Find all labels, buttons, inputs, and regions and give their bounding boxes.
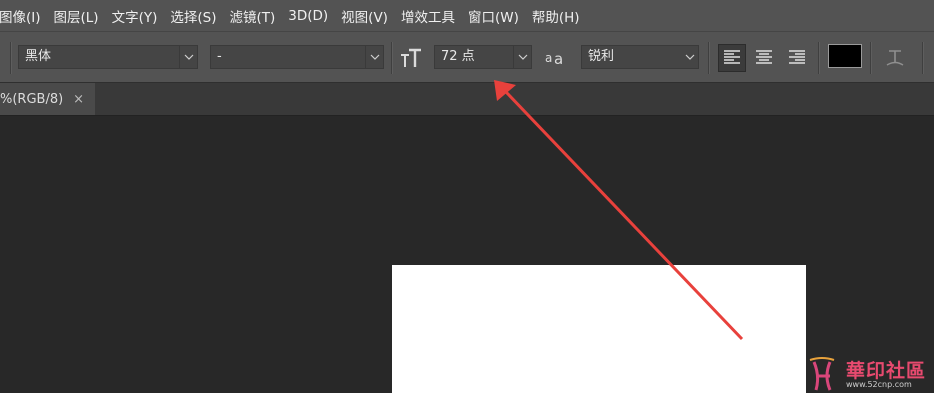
menu-bar: 图像(I) 图层(L) 文字(Y) 选择(S) 滤镜(T) 3D(D) 视图(V… (0, 0, 934, 31)
font-size-value: 72 点 (441, 49, 475, 64)
antialias-icon: a a (543, 46, 569, 70)
text-color-swatch[interactable] (828, 44, 862, 68)
document-canvas[interactable] (392, 265, 806, 393)
separator (922, 42, 924, 74)
watermark-url: www.52cnp.com (846, 380, 912, 389)
chevron-down-icon (365, 46, 383, 68)
separator (10, 42, 12, 74)
chevron-down-icon (513, 46, 531, 68)
warp-text-icon[interactable] (882, 46, 908, 70)
align-right-button[interactable] (783, 44, 811, 72)
font-family-select[interactable]: 黑体 (18, 45, 198, 69)
menu-select[interactable]: 选择(S) (170, 6, 216, 26)
close-icon[interactable]: × (73, 92, 84, 107)
align-center-button[interactable] (750, 44, 778, 72)
separator (818, 42, 820, 74)
align-left-button[interactable] (718, 44, 746, 72)
menu-help[interactable]: 帮助(H) (532, 6, 580, 26)
chevron-down-icon (681, 46, 698, 68)
antialias-select[interactable]: 锐利 (581, 45, 699, 69)
menu-image[interactable]: 图像(I) (0, 6, 41, 26)
font-style-value: - (217, 49, 222, 64)
watermark-text: 華印社區 (846, 360, 927, 382)
svg-text:a: a (554, 50, 563, 67)
menu-3d[interactable]: 3D(D) (288, 8, 328, 24)
align-center-icon (756, 50, 772, 64)
document-tab[interactable]: %(RGB/8) × (0, 83, 95, 115)
font-size-select[interactable]: 72 点 (434, 45, 532, 69)
document-tab-title: %(RGB/8) (0, 91, 64, 107)
menu-type[interactable]: 文字(Y) (112, 6, 158, 26)
font-style-select[interactable]: - (210, 45, 384, 69)
menu-layer[interactable]: 图层(L) (54, 6, 99, 26)
antialias-value: 锐利 (588, 49, 615, 64)
font-size-icon (398, 46, 424, 70)
align-left-icon (724, 50, 740, 64)
align-right-icon (789, 50, 805, 64)
menu-plugins[interactable]: 增效工具 (401, 6, 455, 26)
options-bar: 黑体 - 72 点 a a 锐利 (0, 31, 934, 83)
menu-window[interactable]: 窗口(W) (468, 6, 519, 26)
menu-view[interactable]: 视图(V) (341, 6, 388, 26)
separator (391, 42, 393, 74)
document-tab-bar: %(RGB/8) × (0, 83, 934, 116)
menu-filter[interactable]: 滤镜(T) (229, 6, 275, 26)
separator (708, 42, 710, 74)
separator (870, 42, 872, 74)
svg-text:a: a (545, 51, 552, 65)
font-family-value: 黑体 (25, 49, 52, 64)
chevron-down-icon (179, 46, 197, 68)
